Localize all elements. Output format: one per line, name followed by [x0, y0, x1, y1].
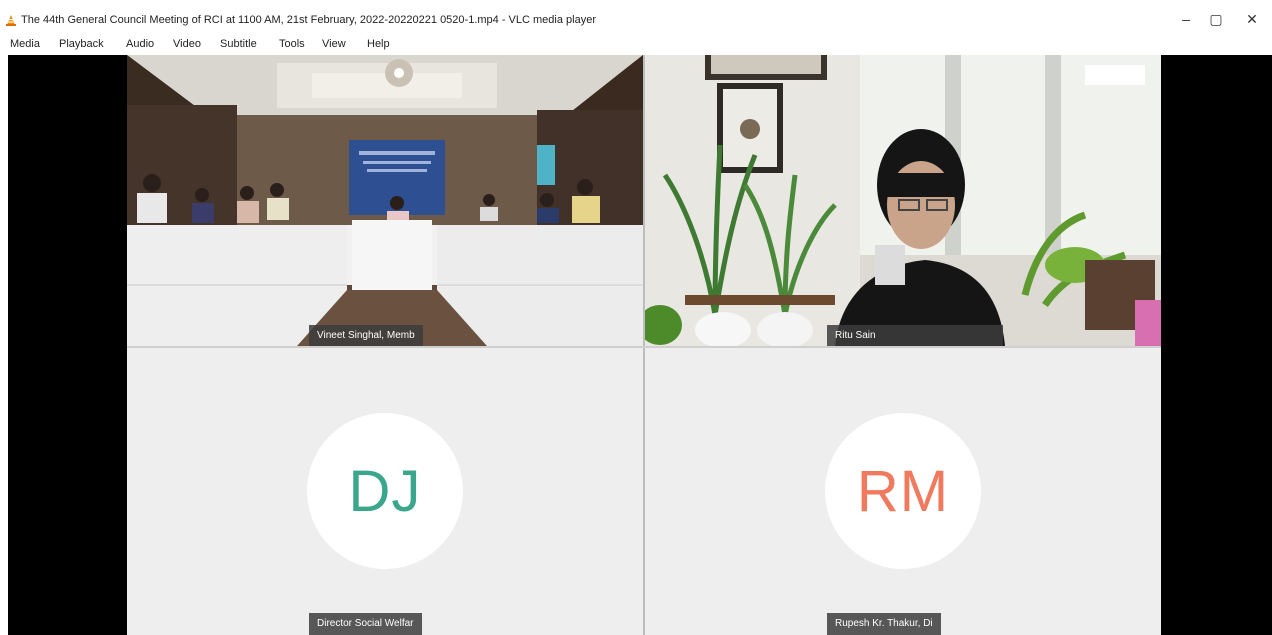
vlc-cone-icon: [6, 15, 16, 26]
maximize-button[interactable]: ▢: [1198, 8, 1234, 30]
menu-bar: Media Playback Audio Video Subtitle Tool…: [0, 34, 1272, 54]
participant-tile-ritu-sain: Ritu Sain: [645, 55, 1161, 346]
window-title: The 44th General Council Meeting of RCI …: [21, 14, 596, 26]
window-titlebar: The 44th General Council Meeting of RCI …: [0, 0, 1272, 34]
menu-audio[interactable]: Audio: [126, 38, 154, 50]
conference-room-video-frame: [127, 55, 643, 346]
video-display[interactable]: Vineet Singhal, Memb Ritu Sain DJ Direct…: [8, 55, 1272, 635]
ritu-sain-video-frame: [645, 55, 1161, 346]
avatar-dj: DJ: [307, 413, 463, 569]
menu-subtitle[interactable]: Subtitle: [220, 38, 257, 50]
menu-view[interactable]: View: [322, 38, 346, 50]
participant-name-tag: Rupesh Kr. Thakur, Di: [827, 613, 941, 635]
participant-name-tag: Vineet Singhal, Memb: [309, 325, 423, 346]
tile-divider: [643, 55, 645, 635]
close-button[interactable]: ✕: [1234, 8, 1270, 30]
avatar-rm: RM: [825, 413, 981, 569]
menu-video[interactable]: Video: [173, 38, 201, 50]
participant-tile-conference-room: Vineet Singhal, Memb: [127, 55, 643, 346]
participant-name-tag: Ritu Sain: [827, 325, 1003, 346]
menu-tools[interactable]: Tools: [279, 38, 305, 50]
menu-media[interactable]: Media: [10, 38, 40, 50]
participant-tile-rupesh-thakur: RM Rupesh Kr. Thakur, Di: [645, 348, 1161, 635]
menu-help[interactable]: Help: [367, 38, 390, 50]
tile-divider: [127, 346, 1161, 348]
participant-tile-director-social-welfare: DJ Director Social Welfar: [127, 348, 643, 635]
participant-name-tag: Director Social Welfar: [309, 613, 422, 635]
menu-playback[interactable]: Playback: [59, 38, 104, 50]
